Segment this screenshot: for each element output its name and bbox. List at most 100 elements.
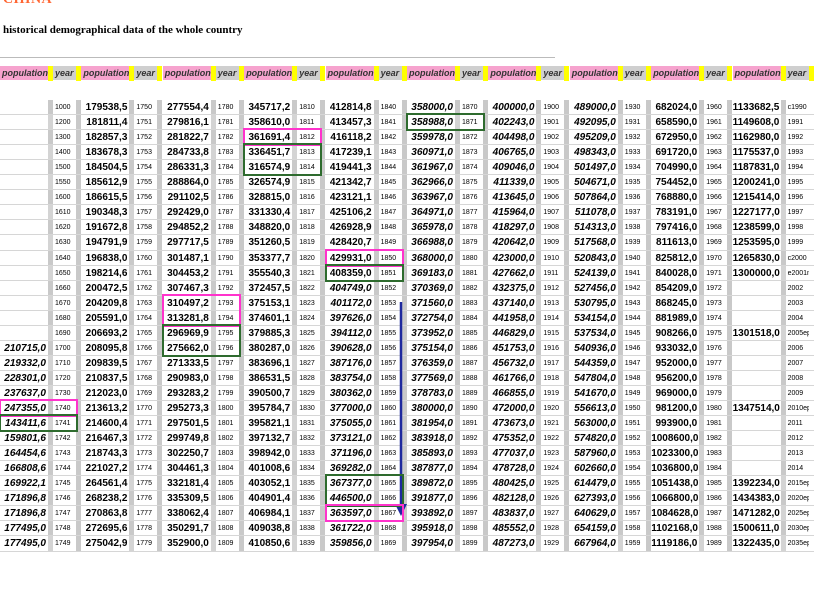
year-cell: 1943 xyxy=(624,299,641,307)
population-cell: 159801,6 xyxy=(4,433,46,445)
column-separator xyxy=(401,521,407,537)
population-cell: 210837,5 xyxy=(85,372,128,384)
column-separator xyxy=(727,446,733,462)
column-separator xyxy=(645,160,651,176)
year-cell: 1988 xyxy=(706,525,722,533)
population-cell: 404498,0 xyxy=(492,132,535,144)
column-separator xyxy=(564,205,570,221)
population-cell xyxy=(0,326,48,341)
population-cell: 271333,5 xyxy=(167,357,209,369)
year-cell: 1853 xyxy=(380,299,397,307)
column-separator xyxy=(157,205,163,221)
population-cell: 1471282,0 xyxy=(732,508,780,520)
population-cell: 504671,0 xyxy=(574,177,616,189)
population-cell: 483837,0 xyxy=(492,508,535,520)
column-separator xyxy=(808,340,814,356)
population-cell: 563000,0 xyxy=(574,418,616,430)
column-separator xyxy=(401,130,407,146)
year-cell: 1886 xyxy=(462,344,478,352)
year-cell: 1996 xyxy=(787,194,804,202)
year-cell: 1779 xyxy=(136,540,152,548)
year-cell: 1992 xyxy=(787,134,804,142)
year-cell: 1640 xyxy=(55,254,71,262)
year-cell: 1835 xyxy=(299,480,315,488)
year-cell: 1500 xyxy=(55,164,71,172)
year-cell: 2035ep xyxy=(787,540,811,548)
population-cell xyxy=(0,235,48,250)
column-separator xyxy=(564,340,570,356)
population-cell: 1500611,0 xyxy=(732,523,780,535)
population-cell: 1119186,0 xyxy=(651,538,698,550)
year-cell: 1981 xyxy=(706,420,722,428)
population-cell: 480425,0 xyxy=(492,478,535,490)
population-cell: 1322435,0 xyxy=(732,538,780,550)
year-cell: 1759 xyxy=(136,239,152,247)
year-cell: 1961 xyxy=(706,119,722,127)
column-separator xyxy=(238,100,244,115)
population-cell: 587960,0 xyxy=(574,448,616,460)
population-cell: 409046,0 xyxy=(492,162,535,174)
year-cell: 1746 xyxy=(55,495,71,503)
year-header: year xyxy=(622,66,646,80)
population-cell: 363967,0 xyxy=(411,192,453,204)
population-cell: 517568,0 xyxy=(574,237,616,249)
column-separator xyxy=(401,401,407,416)
year-cell: 1754 xyxy=(136,164,152,172)
population-cell: 275042,9 xyxy=(85,538,128,550)
column-separator xyxy=(727,175,733,191)
population-cell: 364971,0 xyxy=(411,207,453,219)
year-cell: 1875 xyxy=(462,179,478,187)
year-cell: 1856 xyxy=(380,344,397,352)
population-cell: 177495,0 xyxy=(4,523,46,535)
population-cell: 376359,0 xyxy=(411,357,453,369)
column-separator xyxy=(564,175,570,191)
column-separator xyxy=(401,536,407,552)
year-cell: 1803 xyxy=(217,450,234,458)
year-cell: 1957 xyxy=(624,510,641,518)
column-separator xyxy=(727,190,733,206)
column-separator xyxy=(808,416,814,432)
column-separator xyxy=(564,220,570,236)
year-cell: 1954 xyxy=(624,465,641,473)
column-separator xyxy=(401,431,407,447)
year-cell: 1901 xyxy=(543,119,559,127)
year-cell: 1823 xyxy=(299,299,315,307)
population-cell: 475352,0 xyxy=(492,433,535,445)
column-separator xyxy=(727,416,733,432)
year-cell: 1898 xyxy=(462,525,478,533)
population-cell: 473673,0 xyxy=(492,418,535,430)
population-cell: 419441,3 xyxy=(329,162,372,174)
column-separator xyxy=(320,310,326,326)
population-cell: 210715,0 xyxy=(4,342,46,354)
population-cell: 351260,5 xyxy=(248,237,291,249)
column-separator xyxy=(76,250,81,266)
population-cell: 383918,0 xyxy=(411,433,453,445)
year-cell: 1931 xyxy=(624,119,641,127)
population-cell: 420642,0 xyxy=(492,237,535,249)
column-separator xyxy=(645,280,651,296)
year-cell: 1888 xyxy=(462,374,478,382)
population-cell: 627393,0 xyxy=(574,493,616,505)
year-cell: 1700 xyxy=(55,344,71,352)
population-cell: 397954,0 xyxy=(411,538,453,550)
table-row: 219332,0 1710 209839,5 1767 271333,5 1797 3836… xyxy=(0,355,814,371)
population-cell: 286331,3 xyxy=(167,162,209,174)
year-cell: 1880 xyxy=(462,254,478,262)
population-cell: 446829,0 xyxy=(492,327,535,339)
column-separator xyxy=(645,370,651,386)
population-cell: 423121,1 xyxy=(329,192,372,204)
column-separator xyxy=(727,265,733,281)
population-cell: 369183,0 xyxy=(411,267,453,279)
year-cell: 1817 xyxy=(299,209,315,217)
population-cell: 524139,0 xyxy=(574,267,616,279)
column-separator xyxy=(727,431,733,447)
population-cell xyxy=(733,446,781,461)
population-cell: 395784,7 xyxy=(248,403,291,414)
column-separator xyxy=(808,295,814,311)
column-separator xyxy=(401,205,407,221)
column-separator xyxy=(238,190,244,206)
population-cell: 353377,7 xyxy=(248,252,291,264)
highlight-box xyxy=(324,263,404,282)
year-cell: 1986 xyxy=(706,495,722,503)
year-cell: 1951 xyxy=(624,420,641,428)
